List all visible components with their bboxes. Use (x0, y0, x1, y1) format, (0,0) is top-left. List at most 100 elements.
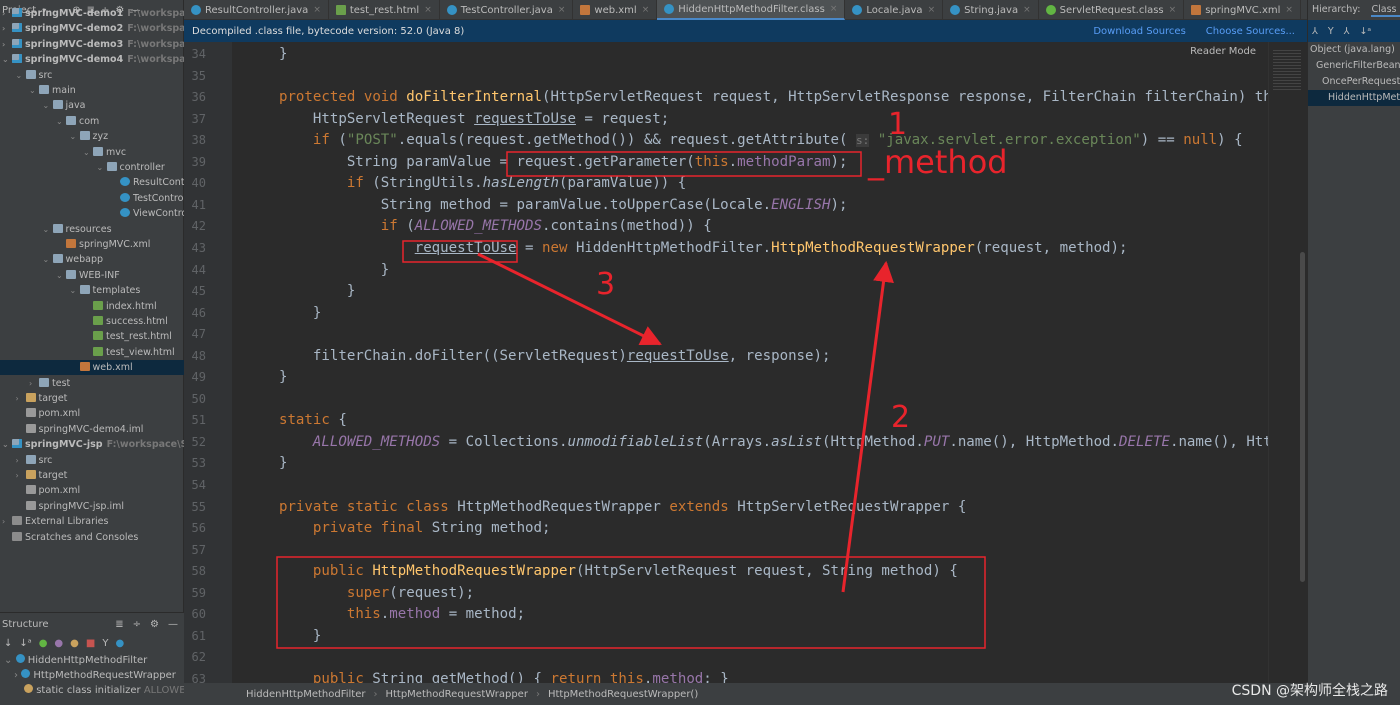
class-hierarchy-icon[interactable]: ⅄ (1312, 26, 1318, 37)
tab-servletrequest-class[interactable]: ServletRequest.class × (1039, 0, 1185, 20)
code-line[interactable]: String paramValue = request.getParameter… (245, 152, 848, 174)
expand-arrow-icon[interactable]: › (16, 391, 26, 406)
code-line[interactable]: ALLOWED_METHODS = Collections.unmodifiab… (245, 432, 1268, 454)
code-line[interactable]: } (245, 44, 288, 66)
close-tab-icon[interactable]: × (558, 5, 566, 15)
tree-item[interactable]: test_rest.html (0, 329, 184, 344)
expand-arrow-icon[interactable]: › (2, 6, 12, 21)
expand-arrow-icon[interactable]: ⌄ (2, 437, 12, 452)
code-line[interactable]: String method = paramValue.toUpperCase(L… (245, 195, 848, 217)
expand-arrow-icon[interactable]: ⌄ (70, 129, 80, 144)
code-line[interactable]: super(request); (245, 583, 474, 605)
tree-item[interactable]: ⌄ webapp (0, 252, 184, 267)
tree-item[interactable]: ⌄ templates (0, 283, 184, 298)
tab-test-rest-html[interactable]: test_rest.html × (329, 0, 440, 20)
reader-mode-toggle[interactable]: Reader Mode (1190, 46, 1256, 57)
code-line[interactable]: HttpServletRequest requestToUse = reques… (245, 109, 669, 131)
code-line[interactable]: } (245, 626, 322, 648)
tab-resultcontroller-java[interactable]: ResultController.java × (184, 0, 329, 20)
tab-string-java[interactable]: String.java × (943, 0, 1039, 20)
tree-item[interactable]: springMVC-demo4.iml (0, 422, 184, 437)
tree-item[interactable]: › springMVC-demo1F:\workspace\S (0, 6, 184, 21)
close-tab-icon[interactable]: × (313, 5, 321, 15)
hierarchy-icon[interactable]: Y (102, 638, 108, 649)
expand-arrow-icon[interactable]: ⌄ (43, 252, 53, 267)
expand-arrow-icon[interactable]: › (2, 37, 12, 52)
tree-item[interactable]: › springMVC-demo3F:\workspace\S (0, 37, 184, 52)
expand-arrow-icon[interactable]: ⌄ (16, 68, 26, 83)
tree-item[interactable]: ⌄ resources (0, 222, 184, 237)
close-tab-icon[interactable]: × (642, 5, 650, 15)
tree-item[interactable]: › target (0, 391, 184, 406)
tree-item[interactable]: ⌄ mvc (0, 145, 184, 160)
expand-arrow-icon[interactable]: ⌄ (43, 98, 53, 113)
tree-item[interactable]: ⌄ controller (0, 160, 184, 175)
tree-item[interactable]: web.xml (0, 360, 184, 376)
download-sources-link[interactable]: Download Sources (1093, 26, 1185, 37)
breadcrumb-item[interactable]: HttpMethodRequestWrapper (385, 689, 527, 700)
tree-item[interactable]: ⌄ springMVC-demo4F:\workspace\S (0, 52, 184, 67)
code-line[interactable]: requestToUse = new HiddenHttpMethodFilte… (245, 238, 1128, 260)
gear-icon[interactable]: ⚙ (150, 619, 159, 630)
expand-arrow-icon[interactable]: ⌄ (97, 160, 107, 175)
hide-icon[interactable]: — (168, 619, 178, 630)
expand-arrow-icon[interactable]: ⌄ (70, 283, 80, 298)
close-tab-icon[interactable]: × (830, 4, 838, 14)
tab-springmvc-xml[interactable]: springMVC.xml × (1184, 0, 1301, 20)
tree-item[interactable]: ⌄ zyz (0, 129, 184, 144)
tree-item[interactable]: ViewContro (0, 206, 184, 221)
show-inherited-icon[interactable]: ● (39, 638, 48, 649)
supertypes-icon[interactable]: ⅄ (1344, 26, 1350, 37)
tree-item[interactable]: pom.xml (0, 483, 184, 498)
expand-arrow-icon[interactable]: › (2, 21, 12, 36)
expand-arrow-icon[interactable]: › (16, 468, 26, 483)
hierarchy-item[interactable]: GenericFilterBean (1308, 58, 1400, 74)
tree-item[interactable]: pom.xml (0, 406, 184, 421)
scrollbar[interactable] (1300, 252, 1305, 582)
code-line[interactable]: if ("POST".equals(request.getMethod()) &… (245, 130, 1243, 152)
code-line[interactable]: } (245, 367, 288, 389)
code-line[interactable]: } (245, 303, 322, 325)
code-line[interactable]: protected void doFilterInternal(HttpServ… (245, 87, 1268, 109)
expand-arrow-icon[interactable]: ⌄ (2, 52, 12, 67)
breadcrumb-item[interactable]: HttpMethodRequestWrapper() (548, 689, 698, 700)
tree-item[interactable]: ⌄ main (0, 83, 184, 98)
expand-arrow-icon[interactable]: › (29, 376, 39, 391)
subtypes-icon[interactable]: Y (1328, 26, 1334, 37)
tree-item[interactable]: ⌄ src (0, 68, 184, 83)
sort-visibility-icon[interactable]: ↓ (4, 638, 12, 649)
tree-item[interactable]: springMVC-jsp.iml (0, 499, 184, 514)
tree-item[interactable]: ⌄ com (0, 114, 184, 129)
code-line[interactable]: private final String method; (245, 518, 551, 540)
show-properties-icon[interactable]: ● (54, 638, 63, 649)
tree-item[interactable]: ⌄ WEB-INF (0, 268, 184, 283)
code-editor[interactable]: 34 35 36 37 38 39 40 41 42 43 44 45 46 47 48 49 50 51 52 53… (184, 42, 1268, 683)
hierarchy-tab[interactable]: Class H (1371, 4, 1400, 17)
sort-alpha-icon[interactable]: ↓ᵃ (19, 638, 31, 649)
tree-item[interactable]: › External Libraries (0, 514, 184, 529)
tab-hiddenhttpmethodfilter-class[interactable]: HiddenHttpMethodFilter.class × (657, 0, 846, 20)
tree-item[interactable]: › src (0, 453, 184, 468)
tree-item[interactable]: › target (0, 468, 184, 483)
code-line[interactable]: private static class HttpMethodRequestWr… (245, 497, 966, 519)
expand-arrow-icon[interactable]: ⌄ (29, 83, 39, 98)
collapse-all-icon[interactable]: ÷ (133, 619, 141, 630)
tree-item[interactable]: index.html (0, 299, 184, 314)
tree-item[interactable]: success.html (0, 314, 184, 329)
expand-arrow-icon[interactable]: ⌄ (43, 222, 53, 237)
hierarchy-item[interactable]: Object (java.lang) (1308, 42, 1400, 58)
code-line[interactable]: public HttpMethodRequestWrapper(HttpServ… (245, 561, 958, 583)
close-tab-icon[interactable]: × (1169, 5, 1177, 15)
close-tab-icon[interactable]: × (928, 5, 936, 15)
sort-alpha-icon[interactable]: ↓ᵃ (1359, 26, 1371, 37)
expand-all-icon[interactable]: ≣ (115, 619, 123, 630)
expand-arrow-icon[interactable]: ⌄ (56, 114, 66, 129)
tree-item[interactable]: ⌄ java (0, 98, 184, 113)
tree-item[interactable]: › springMVC-demo2F:\workspace\S (0, 21, 184, 36)
code-line[interactable]: this.method = method; (245, 604, 525, 626)
code-line[interactable]: } (245, 260, 390, 282)
structure-item[interactable]: static class initializer ALLOWED_I (0, 683, 184, 698)
tree-item[interactable]: TestContro (0, 191, 184, 206)
hierarchy-item[interactable]: OncePerRequestFilter (1308, 74, 1400, 90)
anonymous-icon[interactable]: ● (115, 638, 124, 649)
